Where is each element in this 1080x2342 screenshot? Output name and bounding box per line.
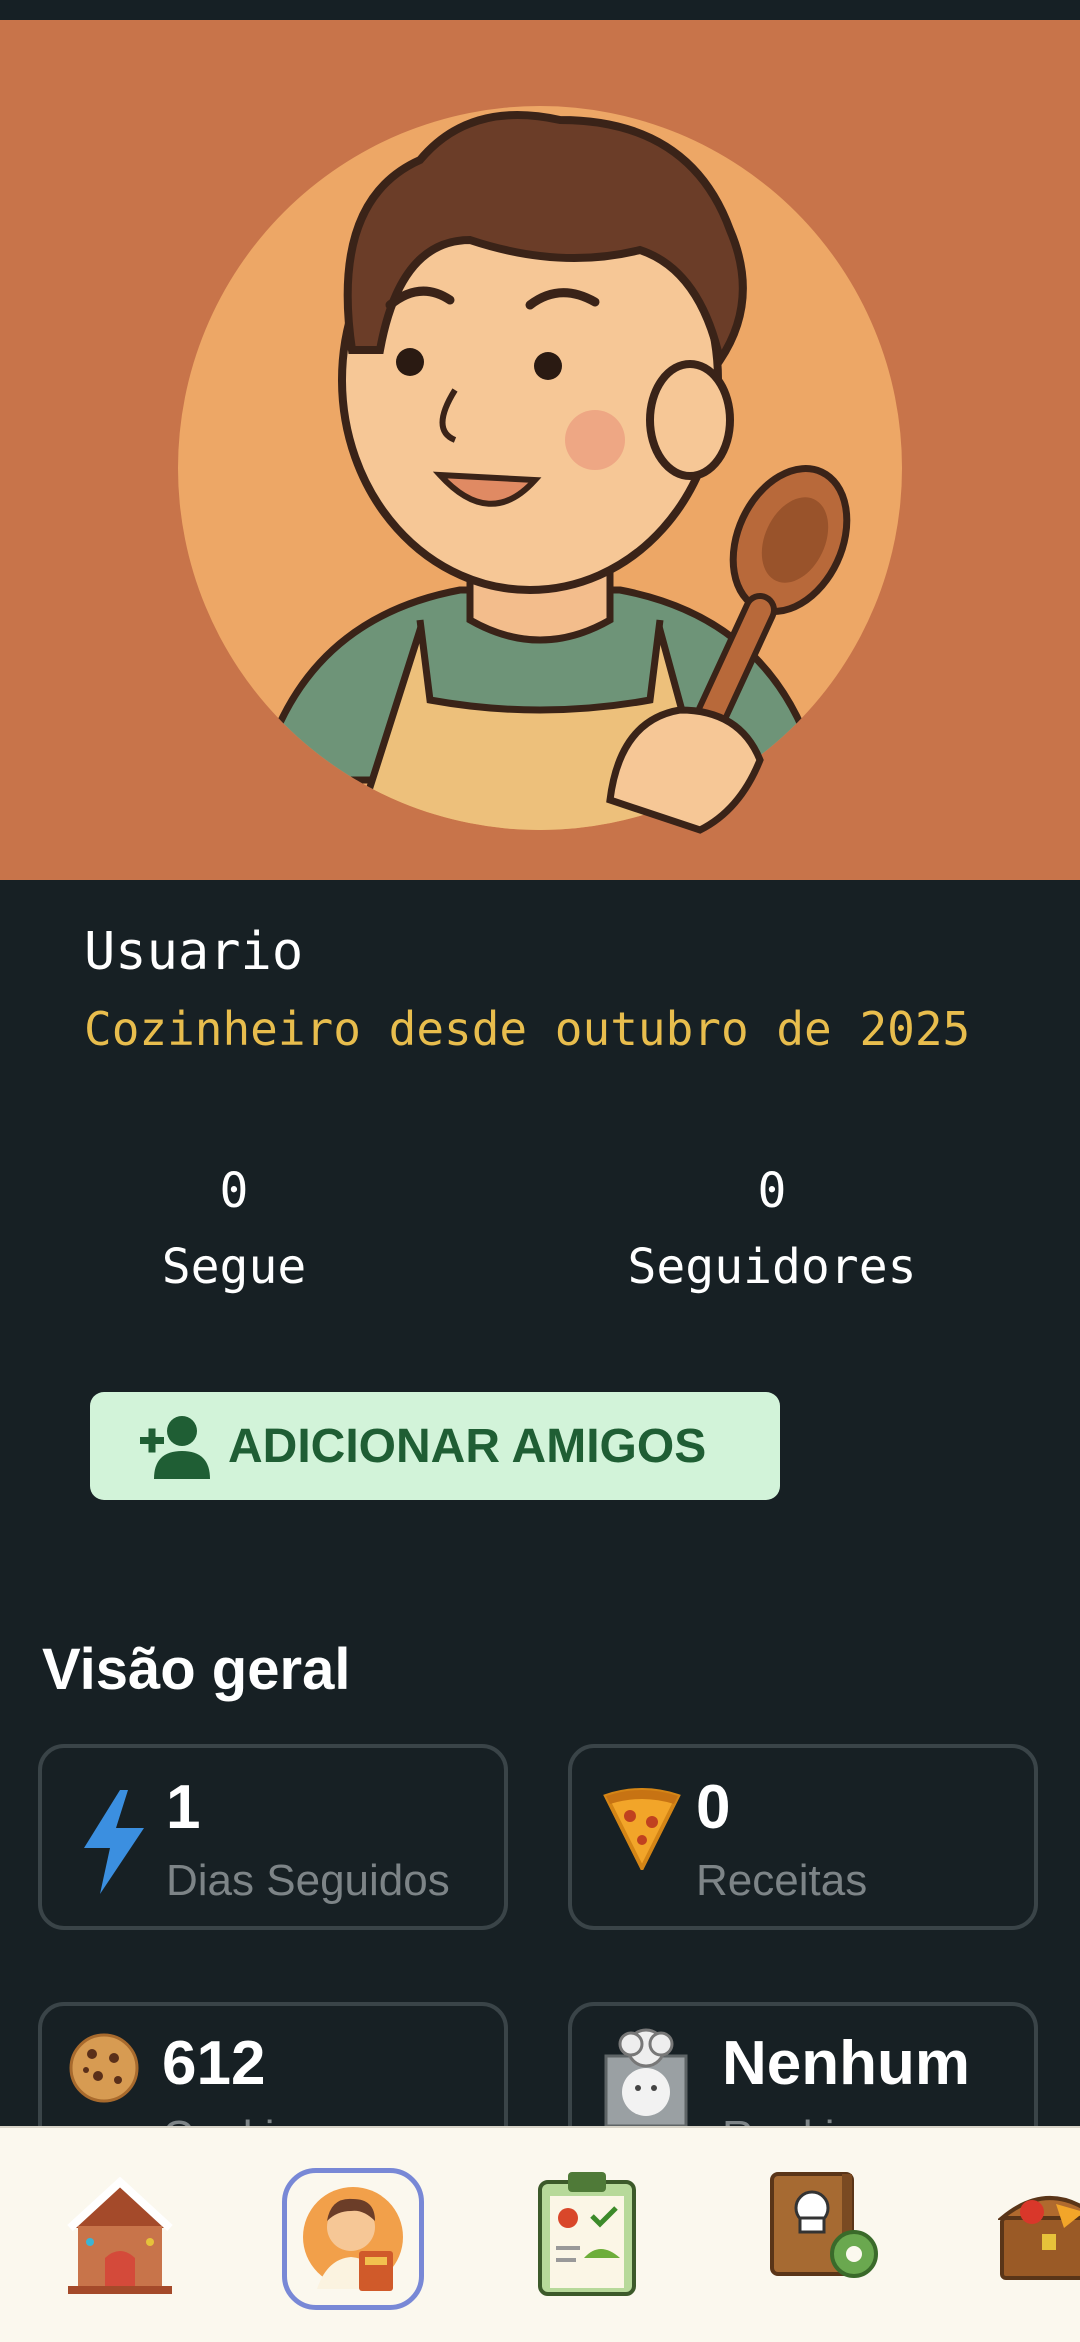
pizza-slice-icon: [602, 1788, 682, 1875]
add-friends-label: ADICIONAR AMIGOS: [228, 1419, 707, 1473]
nav-shopping-list[interactable]: [532, 2168, 672, 2308]
following-count: 0: [219, 1163, 249, 1219]
rank-value: Nenhum: [722, 2029, 970, 2098]
chef-avatar-illustration: [178, 106, 902, 834]
overview-title: Visão geral: [42, 1637, 351, 1702]
member-since: Cozinheiro desde outubro de 2025: [84, 1002, 971, 1056]
recipes-card: 0 Receitas: [568, 1744, 1038, 1930]
cookies-value: 612: [162, 2029, 266, 2098]
nav-pantry[interactable]: [996, 2168, 1080, 2308]
followers-stat[interactable]: 0 Seguidores: [612, 1163, 932, 1295]
treasure-chest-food-icon: [996, 2196, 1080, 2280]
chef-avatar-book-icon: [303, 2187, 403, 2291]
followers-count: 0: [757, 1163, 787, 1219]
cookie-icon: [68, 2032, 140, 2109]
following-label: Segue: [161, 1239, 307, 1295]
recipes-value: 0: [696, 1773, 731, 1842]
gingerbread-house-icon: [67, 2176, 173, 2294]
lightning-icon: [80, 1790, 146, 1899]
profile-cover: [0, 20, 1080, 880]
add-friends-button[interactable]: ADICIONAR AMIGOS: [90, 1392, 780, 1500]
nav-recipe-book[interactable]: [766, 2168, 906, 2308]
nav-profile[interactable]: [282, 2168, 424, 2310]
bottom-navigation: [0, 2126, 1080, 2342]
streak-label: Dias Seguidos: [166, 1856, 450, 1905]
followers-label: Seguidores: [627, 1239, 917, 1295]
recipe-book-settings-icon: [770, 2172, 878, 2278]
shopping-checklist-icon: [538, 2172, 636, 2296]
nav-home[interactable]: [50, 2168, 190, 2308]
streak-value: 1: [166, 1773, 201, 1842]
profile-name: Usuario: [84, 922, 304, 982]
person-add-icon: [138, 1411, 212, 1481]
no-rank-chef-badge-icon: [596, 2026, 696, 2141]
following-stat[interactable]: 0 Segue: [134, 1163, 334, 1295]
status-bar: [0, 0, 1080, 20]
streak-card: 1 Dias Seguidos: [38, 1744, 508, 1930]
recipes-label: Receitas: [696, 1856, 868, 1905]
